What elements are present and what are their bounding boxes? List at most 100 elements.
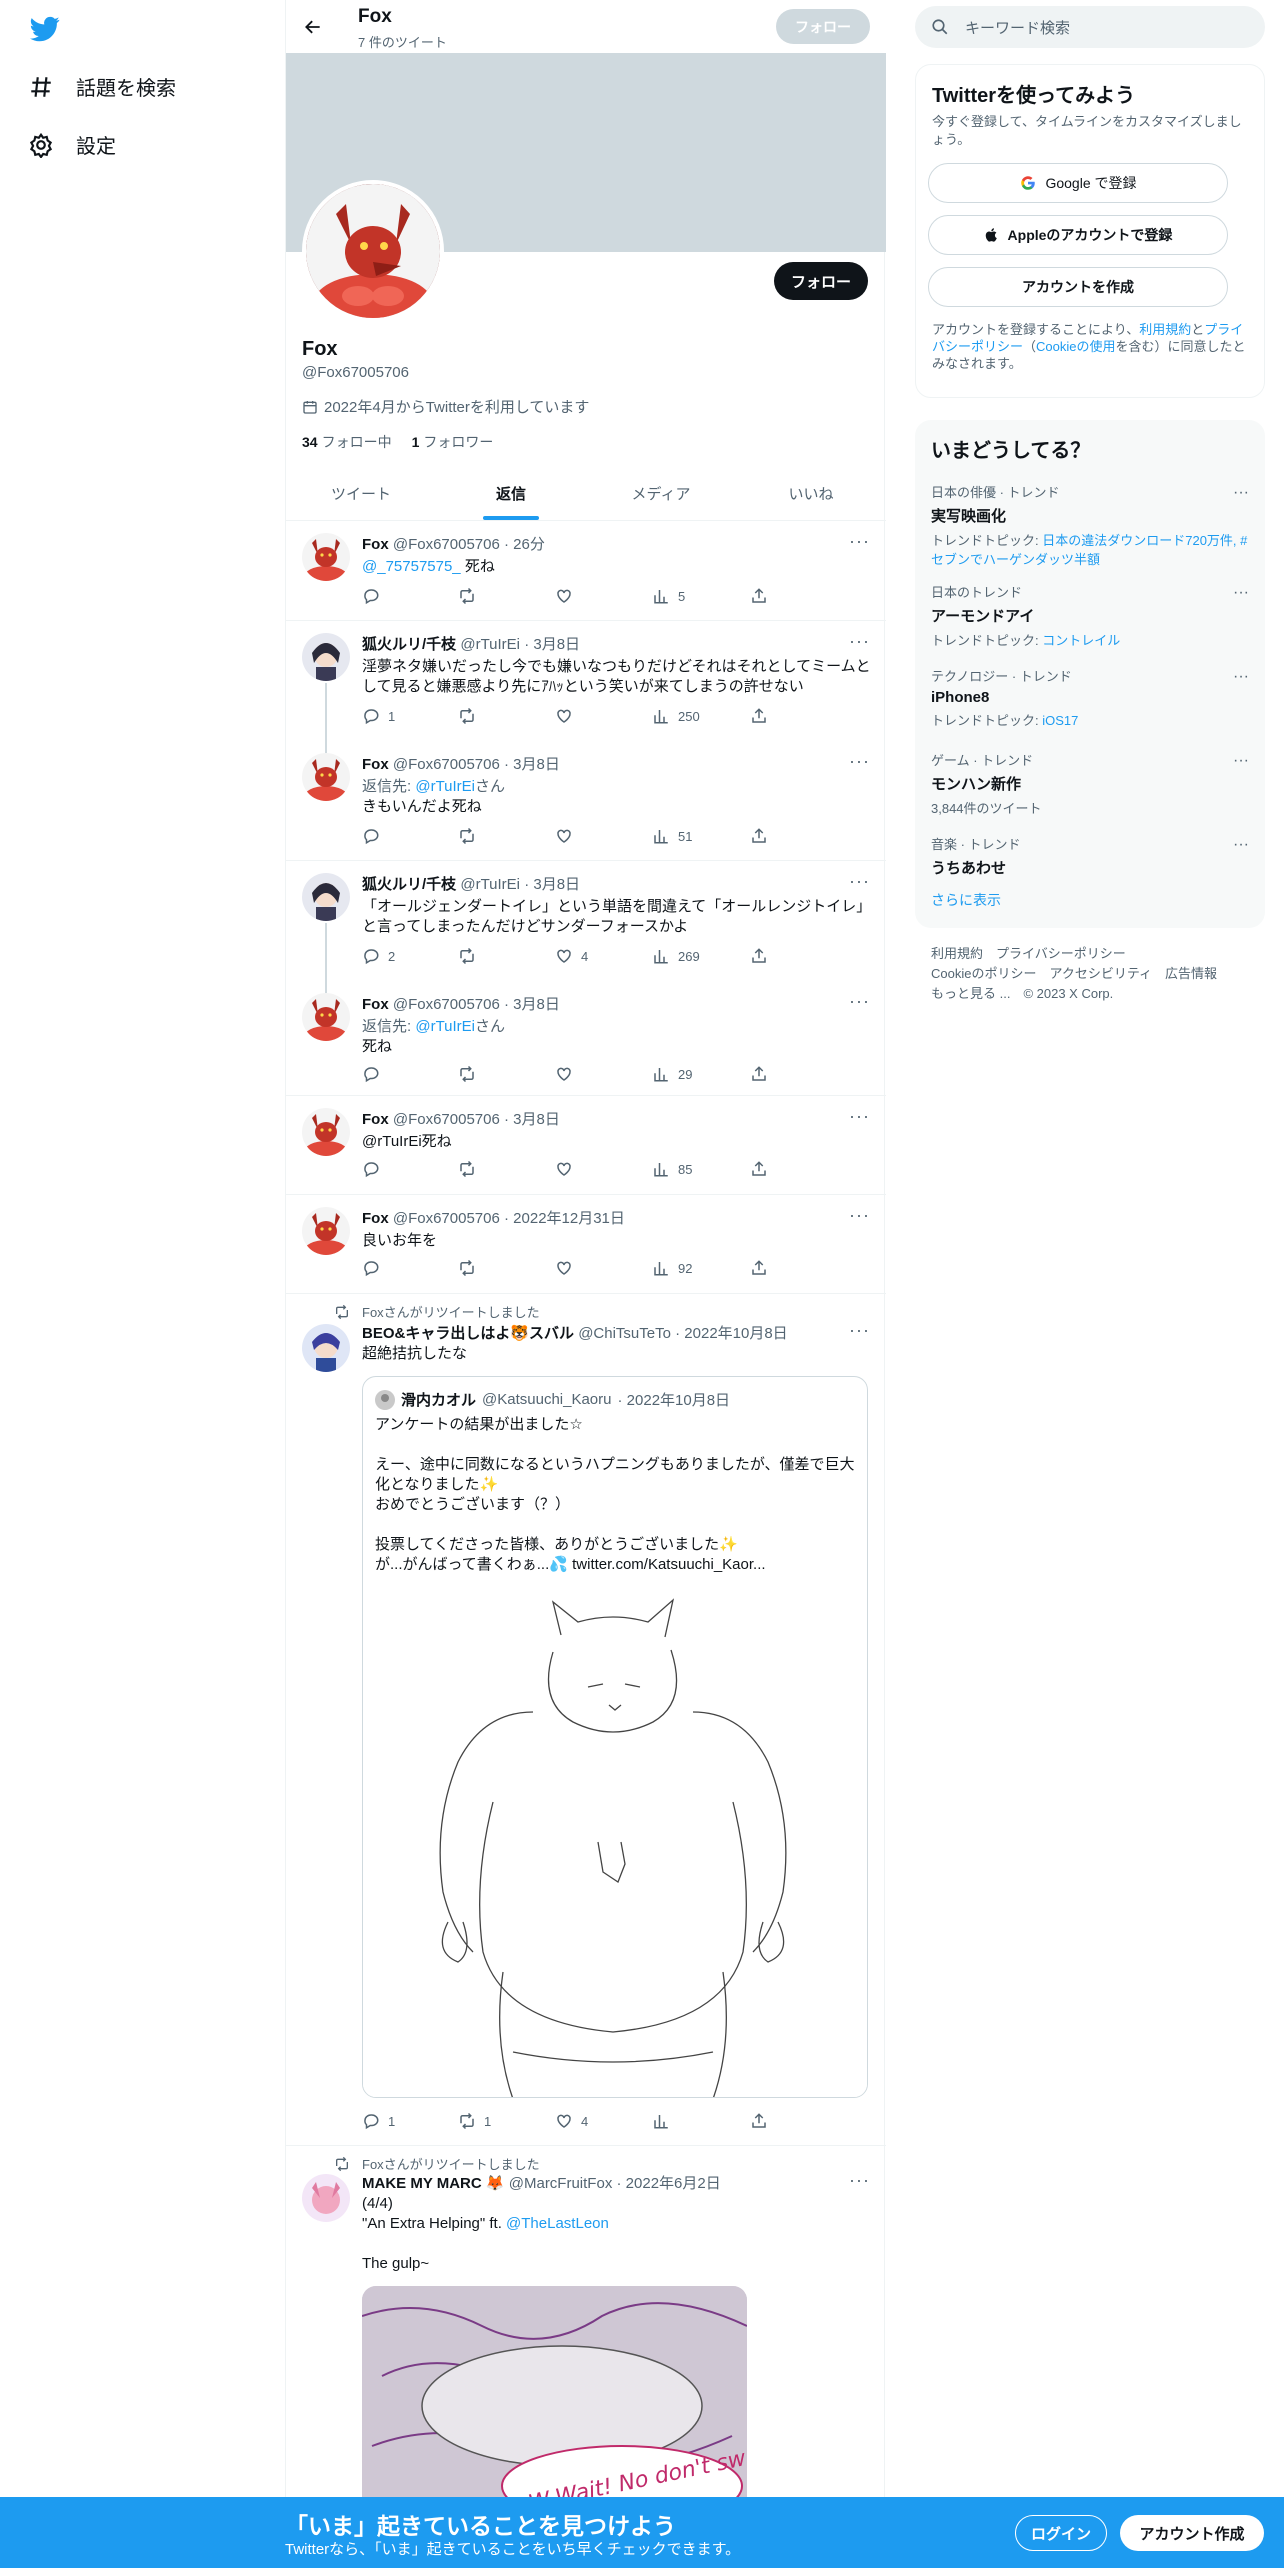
login-button[interactable]: ログイン [1015,2515,1107,2551]
author-name[interactable]: Fox [362,996,389,1013]
reply-button[interactable]: 2 [362,947,395,965]
like-button[interactable] [555,1065,581,1083]
share-button[interactable] [750,2112,768,2130]
search-input[interactable]: キーワード検索 [965,17,1070,38]
google-signup-button[interactable]: Google で登録 [928,163,1228,203]
tweet-image[interactable]: W-Wait! No don't swal- [362,2286,747,2497]
tab-likes[interactable]: いいね [736,466,886,520]
following-link[interactable]: 34 フォロー中 [302,432,392,452]
like-button[interactable]: 4 [555,2112,588,2130]
tweet-time[interactable]: · 3月8日 [504,756,560,773]
tweet-time[interactable]: · 3月8日 [524,876,580,893]
more-icon[interactable]: ··· [1233,584,1249,602]
more-icon[interactable]: ··· [849,631,870,652]
tweet-card[interactable]: Fox @Fox67005706 · 3月8日 ··· 返信先: @rTuIrEiさ… [286,981,886,1096]
tweet-card[interactable]: 狐火ルリ/千枝 @rTuIrEi · 3月8日 ··· 「オールジェンダートイレ」と… [286,861,886,981]
more-icon[interactable]: ··· [1233,836,1249,854]
author-handle[interactable]: @rTuIrEi [460,636,520,653]
avatar[interactable] [302,1108,350,1156]
more-icon[interactable]: ··· [849,1320,870,1341]
footer-line-1[interactable]: 利用規約 プライバシーポリシー [931,944,1261,964]
footer-line-2[interactable]: Cookieのポリシー アクセシビリティ 広告情報 [931,964,1261,984]
footer-line-3[interactable]: もっと見る ... © 2023 X Corp. [931,984,1261,1004]
show-more-link[interactable]: さらに表示 [931,890,1001,910]
trend-item[interactable]: テクノロジー · トレンド iPhone8 トレンドトピック: iOS17 ··· [931,666,1249,729]
more-icon[interactable]: ··· [1233,484,1249,502]
profile-avatar[interactable] [302,180,444,322]
retweet-button[interactable] [458,1065,484,1083]
author-handle[interactable]: @MarcFruitFox [509,2175,613,2192]
author-handle[interactable]: @Fox67005706 [393,1210,500,1227]
author-handle[interactable]: @Fox67005706 [393,756,500,773]
avatar[interactable] [302,2174,350,2222]
tweet-card[interactable]: Fox @Fox67005706 · 3月8日 ··· @rTuIrEi死ね 85 [286,1096,886,1195]
more-icon[interactable]: ··· [849,1106,870,1127]
share-button[interactable] [750,707,768,725]
more-icon[interactable]: ··· [1233,752,1249,770]
share-button[interactable] [750,827,768,845]
views-button[interactable]: 250 [652,707,700,725]
avatar[interactable] [302,993,350,1041]
retweet-button[interactable] [458,1259,484,1277]
back-button[interactable] [298,12,328,42]
nav-settings[interactable]: 設定 [28,130,116,159]
author-handle[interactable]: @ChiTsuTeTo [578,1325,671,1342]
like-button[interactable]: 4 [555,947,588,965]
more-icon[interactable]: ··· [1233,668,1249,686]
avatar[interactable] [302,873,350,921]
reply-button[interactable] [362,1259,388,1277]
like-button[interactable] [555,587,581,605]
share-button[interactable] [750,947,768,965]
views-button[interactable]: 92 [652,1259,692,1277]
share-button[interactable] [750,1160,768,1178]
author-name[interactable]: Fox [362,1111,389,1128]
trend-item[interactable]: ゲーム · トレンド モンハン新作 3,844件のツイート ··· [931,750,1249,817]
retweet-button[interactable] [458,1160,484,1178]
retweet-card[interactable]: Foxさんがリツイートしました BEO&キャラ出しはよ🐯スバル @ChiTsuT… [286,1294,886,2146]
trend-sub-link[interactable]: コントレイル [1042,633,1120,648]
tweet-time[interactable]: · 3月8日 [504,1111,560,1128]
reply-button[interactable] [362,1160,388,1178]
author-name[interactable]: 狐火ルリ/千枝 [362,636,456,653]
more-icon[interactable]: ··· [849,2170,870,2191]
tweet-card[interactable]: Fox @Fox67005706 · 3月8日 ··· 返信先: @rTuIrEiさ… [286,741,886,861]
like-button[interactable] [555,707,581,725]
retweet-button[interactable] [458,707,484,725]
author-name[interactable]: MAKE MY MARC 🦊 [362,2175,505,2192]
tab-media[interactable]: メディア [586,466,736,520]
tweet-card[interactable]: Fox @Fox67005706 · 26分 ··· @_75757575_ 死ね 5 [286,521,886,621]
like-button[interactable] [555,827,581,845]
nav-explore[interactable]: 話題を検索 [28,72,176,101]
author-name[interactable]: Fox [362,1210,389,1227]
create-account-button[interactable]: アカウントを作成 [928,267,1228,307]
reply-button[interactable]: 1 [362,707,395,725]
tweet-time[interactable]: · 2022年6月2日 [617,2175,721,2192]
author-handle[interactable]: @Fox67005706 [393,996,500,1013]
share-button[interactable] [750,1259,768,1277]
search-box[interactable]: キーワード検索 [915,6,1265,48]
tweet-card[interactable]: 狐火ルリ/千枝 @rTuIrEi · 3月8日 ··· 淫夢ネタ嫌いだったし今でも嫌… [286,621,886,741]
more-icon[interactable]: ··· [849,751,870,772]
more-icon[interactable]: ··· [849,991,870,1012]
tweet-time[interactable]: · 3月8日 [504,996,560,1013]
tweet-time[interactable]: · 3月8日 [524,636,580,653]
more-icon[interactable]: ··· [849,531,870,552]
author-handle[interactable]: @Fox67005706 [393,536,500,553]
reply-to-link[interactable]: @rTuIrEi [415,778,475,795]
tweet-time[interactable]: · 26分 [504,536,545,553]
avatar[interactable] [302,1324,350,1372]
author-handle[interactable]: @Fox67005706 [393,1111,500,1128]
reply-button[interactable] [362,827,388,845]
author-name[interactable]: Fox [362,756,389,773]
follow-button[interactable]: フォロー [774,262,868,300]
tweet-time[interactable]: · 2022年10月8日 [675,1325,788,1342]
retweet-button[interactable] [458,947,484,965]
share-button[interactable] [750,1065,768,1083]
reply-button[interactable] [362,587,388,605]
reply-to-link[interactable]: @rTuIrEi [415,1018,475,1035]
author-handle[interactable]: @rTuIrEi [460,876,520,893]
like-button[interactable] [555,1259,581,1277]
more-icon[interactable]: ··· [849,871,870,892]
avatar[interactable] [302,633,350,681]
views-button[interactable]: 29 [652,1065,692,1083]
